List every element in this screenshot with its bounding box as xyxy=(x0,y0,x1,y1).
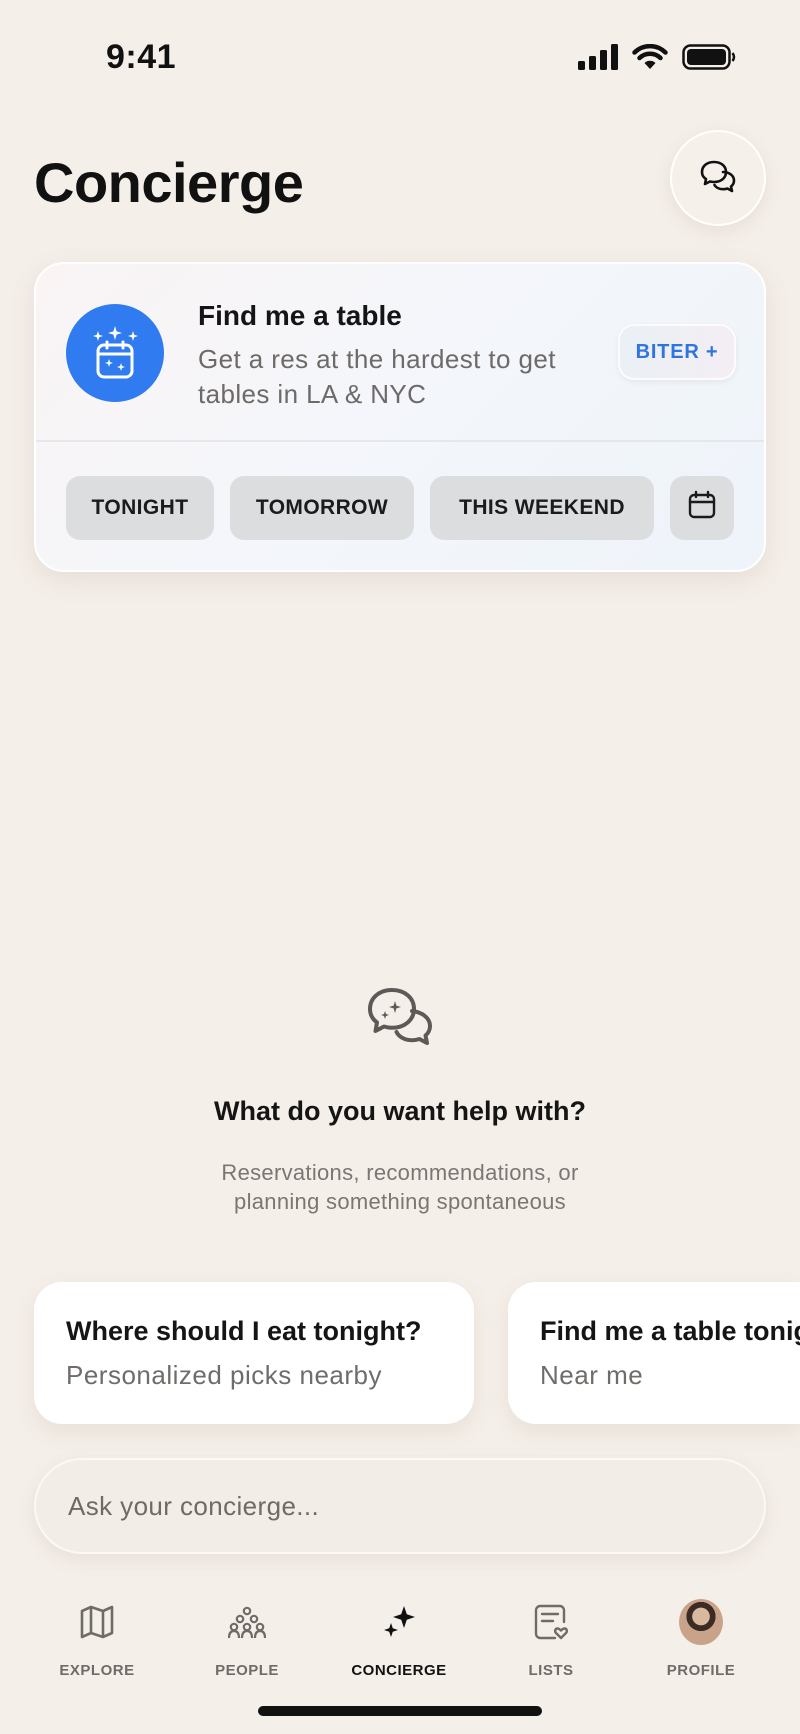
suggestion-card[interactable]: Where should I eat tonight? Personalized… xyxy=(34,1282,474,1424)
tab-lists[interactable]: LISTS xyxy=(486,1590,616,1690)
suggestion-subtitle: Near me xyxy=(540,1360,644,1390)
tab-profile[interactable]: PROFILE xyxy=(636,1590,766,1690)
people-icon xyxy=(225,1600,269,1644)
pick-date-button[interactable] xyxy=(670,476,734,540)
signal-icon xyxy=(578,44,618,70)
biter-plus-badge[interactable]: BITER + xyxy=(618,324,736,380)
tab-people[interactable]: PEOPLE xyxy=(182,1590,312,1690)
page-title: Concierge xyxy=(34,151,304,214)
calendar-icon xyxy=(687,490,717,526)
find-table-card[interactable]: Find me a table Get a res at the hardest… xyxy=(34,262,766,572)
status-bar: 9:41 xyxy=(0,0,800,120)
ask-concierge-input[interactable]: Ask your concierge... xyxy=(34,1458,766,1554)
concierge-screen: 9:41 Concierge Find me a table Get a res… xyxy=(0,0,800,1734)
wifi-icon xyxy=(632,44,668,70)
avatar xyxy=(679,1599,723,1645)
tab-label: PEOPLE xyxy=(215,1662,279,1679)
tab-concierge[interactable]: CONCIERGE xyxy=(334,1590,464,1690)
suggestion-card[interactable]: Find me a table tonight Near me xyxy=(508,1282,800,1424)
suggestion-subtitle: Personalized picks nearby xyxy=(66,1360,382,1390)
suggestion-title: Find me a table tonight xyxy=(540,1316,800,1346)
tab-explore[interactable]: EXPLORE xyxy=(32,1590,162,1690)
tab-label: PROFILE xyxy=(666,1662,736,1679)
card-subtitle: Get a res at the hardest to get tables i… xyxy=(198,344,556,409)
home-indicator xyxy=(258,1706,542,1716)
empty-state-subtitle-line2: planning something spontaneous xyxy=(234,1189,566,1214)
sparkles-icon xyxy=(377,1600,421,1644)
calendar-sparkle-icon xyxy=(66,304,164,402)
chat-bubbles-icon xyxy=(699,158,737,199)
tab-label: CONCIERGE xyxy=(351,1662,447,1679)
chat-history-button[interactable] xyxy=(670,130,766,226)
empty-state-subtitle: Reservations, recommendations, or planni… xyxy=(0,1158,800,1216)
card-divider xyxy=(36,440,764,442)
status-time: 9:41 xyxy=(106,38,177,76)
status-icons xyxy=(578,44,736,70)
empty-state-title: What do you want help with? xyxy=(214,1096,586,1126)
chat-sparkle-icon xyxy=(364,984,436,1061)
empty-state-subtitle-line1: Reservations, recommendations, or xyxy=(221,1160,579,1185)
map-icon xyxy=(75,1600,119,1644)
avatar-wrapper xyxy=(679,1599,723,1645)
card-title: Find me a table xyxy=(198,300,402,331)
chip-tonight[interactable]: TONIGHT xyxy=(66,476,214,540)
suggestion-title: Where should I eat tonight? xyxy=(66,1316,422,1346)
tab-bar: EXPLORE PEOPLE CONCIERGE LISTS PROFILE xyxy=(0,1590,800,1690)
tab-label: EXPLORE xyxy=(59,1662,135,1679)
chip-this-weekend[interactable]: THIS WEEKEND xyxy=(430,476,654,540)
list-heart-icon xyxy=(529,1600,573,1644)
chip-tomorrow[interactable]: TOMORROW xyxy=(230,476,414,540)
tab-label: LISTS xyxy=(528,1662,574,1679)
battery-icon xyxy=(682,44,736,70)
